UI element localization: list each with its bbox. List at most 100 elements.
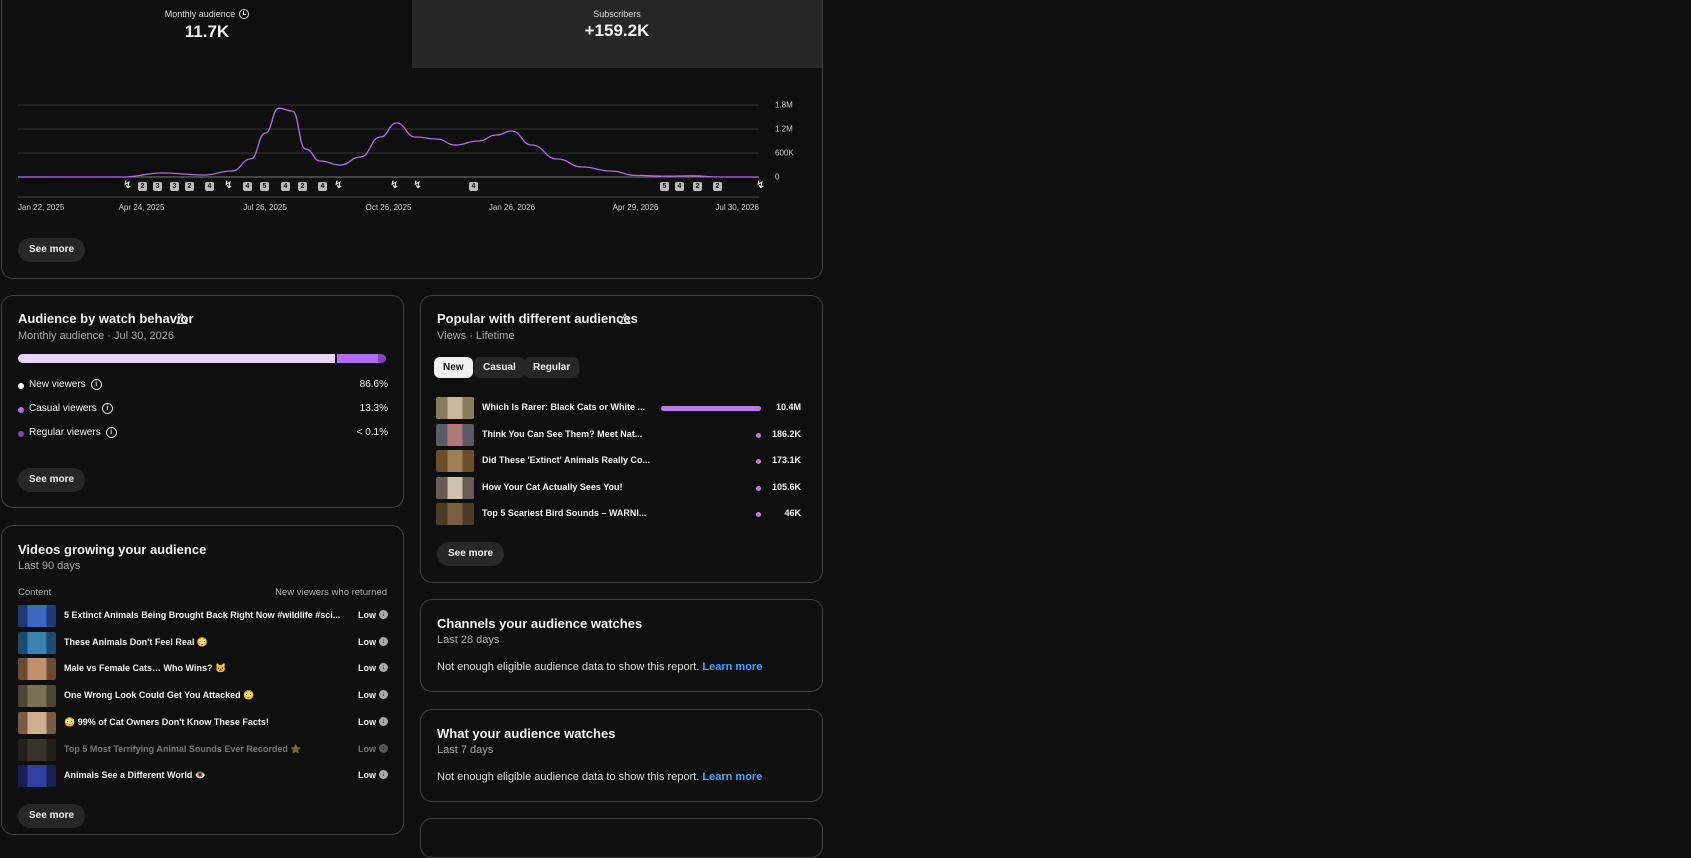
behavior-bar-segment bbox=[336, 354, 379, 363]
channels-learn-more-link[interactable]: Learn more bbox=[702, 661, 762, 673]
video-thumbnail[interactable] bbox=[18, 605, 56, 627]
legend-label: Casual viewers bbox=[29, 403, 97, 415]
video-count-marker[interactable]: 2 bbox=[693, 182, 702, 191]
views-value: 186.2K bbox=[771, 428, 801, 439]
legend-label: New viewers bbox=[29, 379, 86, 391]
tab-casual[interactable]: Casual bbox=[474, 357, 525, 378]
video-thumbnail[interactable] bbox=[18, 685, 56, 708]
shorts-icon[interactable]: ↯ bbox=[224, 181, 233, 191]
x-tick-label: Apr 24, 2025 bbox=[118, 203, 165, 212]
video-title[interactable]: Top 5 Scariest Bird Sounds – WARNI... bbox=[482, 508, 652, 518]
popular-video-row[interactable]: Top 5 Scariest Bird Sounds – WARNI... 46K bbox=[436, 503, 801, 525]
info-icon[interactable]: i bbox=[101, 403, 113, 414]
behavior-bar-segment bbox=[378, 354, 386, 363]
video-title[interactable]: Think You Can See Them? Meet Nat... bbox=[482, 429, 652, 439]
video-thumbnail[interactable] bbox=[436, 450, 474, 472]
video-thumbnail[interactable] bbox=[18, 631, 56, 654]
arrow-down-icon[interactable]: ↓ bbox=[379, 770, 388, 780]
growing-see-more-button[interactable]: See more bbox=[18, 804, 86, 828]
info-icon[interactable]: i bbox=[105, 427, 117, 438]
video-count-marker[interactable]: 3 bbox=[153, 182, 162, 191]
growing-video-row[interactable]: Male vs Female Cats… Who Wins? 🐱 Low ↓ bbox=[18, 658, 388, 681]
video-count-marker[interactable]: 4 bbox=[675, 182, 684, 191]
video-thumbnail[interactable] bbox=[436, 503, 474, 525]
video-title[interactable]: Animals See a Different World 👁️ bbox=[64, 770, 344, 781]
video-thumbnail[interactable] bbox=[18, 658, 56, 681]
x-tick-label: Oct 26, 2025 bbox=[365, 203, 412, 212]
channels-subtitle: Last 28 days bbox=[437, 634, 500, 646]
growing-video-row[interactable]: 5 Extinct Animals Being Brought Back Rig… bbox=[18, 605, 388, 627]
popular-video-row[interactable]: How Your Cat Actually Sees You! 105.6K bbox=[436, 476, 801, 499]
arrow-down-icon[interactable]: ↓ bbox=[379, 743, 388, 753]
watches-learn-more-link[interactable]: Learn more bbox=[702, 771, 762, 783]
tab-new[interactable]: New bbox=[434, 357, 473, 378]
growing-video-row[interactable]: Top 5 Most Terrifying Animal Sounds Ever… bbox=[18, 738, 388, 761]
video-count-marker[interactable]: 4 bbox=[318, 182, 327, 191]
video-thumbnail[interactable] bbox=[18, 765, 56, 788]
returning-level: Low bbox=[358, 743, 376, 754]
arrow-down-icon[interactable]: ↓ bbox=[379, 663, 388, 673]
video-title[interactable]: Which Is Rarer: Black Cats or White ... bbox=[482, 402, 652, 412]
legend-value: 86.6% bbox=[359, 379, 388, 390]
tab-regular[interactable]: Regular bbox=[524, 357, 580, 378]
popular-video-row[interactable]: Which Is Rarer: Black Cats or White ... 1… bbox=[436, 397, 801, 419]
video-count-marker[interactable]: 4 bbox=[205, 182, 214, 191]
growing-video-row[interactable]: Animals See a Different World 👁️ Low ↓ bbox=[18, 765, 388, 788]
video-title[interactable]: 5 Extinct Animals Being Brought Back Rig… bbox=[64, 610, 344, 620]
arrow-down-icon[interactable]: ↓ bbox=[379, 716, 388, 726]
watch-behavior-subtitle: Monthly audience · Jul 30, 2026 bbox=[18, 330, 174, 342]
arrow-down-icon[interactable]: ↓ bbox=[379, 610, 388, 619]
video-title[interactable]: Male vs Female Cats… Who Wins? 🐱 bbox=[64, 663, 344, 674]
video-count-marker[interactable]: 4 bbox=[469, 182, 478, 191]
popular-audiences-title: Popular with different audiences bbox=[437, 311, 638, 326]
growing-video-row[interactable]: One Wrong Look Could Get You Attacked 😳 L… bbox=[18, 685, 388, 708]
video-count-marker[interactable]: 4 bbox=[243, 182, 252, 191]
channels-message: Not enough eligible audience data to sho… bbox=[437, 661, 762, 673]
video-thumbnail[interactable] bbox=[436, 397, 474, 419]
video-count-marker[interactable]: 5 bbox=[660, 182, 669, 191]
shorts-icon[interactable]: ↯ bbox=[413, 181, 422, 191]
video-count-marker[interactable]: 2 bbox=[185, 182, 194, 191]
watches-message-text: Not enough eligible audience data to sho… bbox=[437, 771, 700, 783]
arrow-down-icon[interactable]: ↓ bbox=[379, 636, 388, 646]
video-count-marker[interactable]: 2 bbox=[138, 182, 147, 191]
video-thumbnail[interactable] bbox=[18, 738, 56, 761]
legend-new-viewers: New viewers i 86.6% bbox=[18, 378, 388, 394]
views-bar bbox=[756, 512, 761, 517]
video-count-marker[interactable]: 5 bbox=[260, 182, 269, 191]
video-count-marker[interactable]: 3 bbox=[170, 182, 179, 191]
growing-video-row[interactable]: These Animals Don't Feel Real 😳 Low ↓ bbox=[18, 631, 388, 654]
y-tick-label: 1.8M bbox=[775, 100, 793, 110]
video-count-marker[interactable]: 2 bbox=[713, 182, 722, 191]
video-thumbnail[interactable] bbox=[18, 711, 56, 734]
video-title[interactable]: Top 5 Most Terrifying Animal Sounds Ever… bbox=[64, 744, 344, 755]
returning-level: Low bbox=[358, 690, 376, 701]
warning-icon[interactable] bbox=[176, 313, 188, 325]
video-title[interactable]: These Animals Don't Feel Real 😳 bbox=[64, 637, 344, 648]
video-thumbnail[interactable] bbox=[436, 476, 474, 499]
behavior-see-more-button[interactable]: See more bbox=[18, 468, 86, 492]
video-title[interactable]: One Wrong Look Could Get You Attacked 😳 bbox=[64, 690, 344, 701]
x-tick-label: Jul 26, 2025 bbox=[243, 203, 287, 212]
shorts-icon[interactable]: ↯ bbox=[334, 181, 343, 191]
arrow-down-icon[interactable]: ↓ bbox=[379, 690, 388, 700]
overview-see-more-button[interactable]: See more bbox=[18, 238, 86, 262]
shorts-icon[interactable]: ↯ bbox=[756, 181, 765, 191]
video-title[interactable]: How Your Cat Actually Sees You! bbox=[482, 482, 652, 492]
video-title[interactable]: Did These 'Extinct' Animals Really Co... bbox=[482, 455, 652, 465]
popular-video-row[interactable]: Think You Can See Them? Meet Nat... 186.2… bbox=[436, 423, 801, 446]
legend-label: Regular viewers bbox=[29, 427, 101, 439]
shorts-icon[interactable]: ↯ bbox=[123, 181, 132, 191]
behavior-bar-segment bbox=[18, 354, 335, 363]
video-title[interactable]: 😳 99% of Cat Owners Don't Know These Fac… bbox=[64, 717, 344, 728]
shorts-icon[interactable]: ↯ bbox=[390, 181, 399, 191]
warning-icon[interactable] bbox=[619, 313, 631, 325]
popular-video-row[interactable]: Did These 'Extinct' Animals Really Co...… bbox=[436, 450, 801, 472]
video-thumbnail[interactable] bbox=[436, 423, 474, 446]
x-tick-label: Apr 29, 2026 bbox=[612, 203, 659, 212]
video-count-marker[interactable]: 2 bbox=[298, 182, 307, 191]
growing-video-row[interactable]: 😳 99% of Cat Owners Don't Know These Fac… bbox=[18, 711, 388, 734]
info-icon[interactable]: i bbox=[90, 379, 102, 390]
popular-see-more-button[interactable]: See more bbox=[437, 542, 505, 566]
video-count-marker[interactable]: 4 bbox=[281, 182, 290, 191]
